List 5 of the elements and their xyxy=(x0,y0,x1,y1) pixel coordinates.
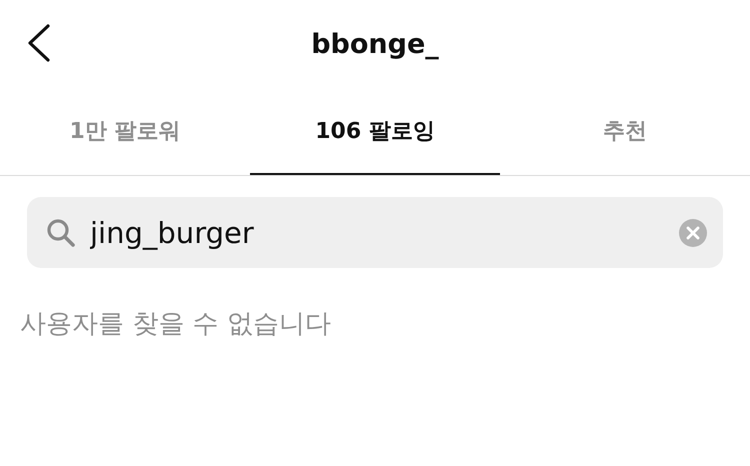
back-icon[interactable] xyxy=(26,24,52,62)
profile-username: bbonge_ xyxy=(311,28,439,60)
search-icon xyxy=(46,218,76,248)
tab[interactable]: 106 팔로잉 xyxy=(250,88,500,175)
no-results-message: 사용자를 찾을 수 없습니다 xyxy=(20,308,331,341)
